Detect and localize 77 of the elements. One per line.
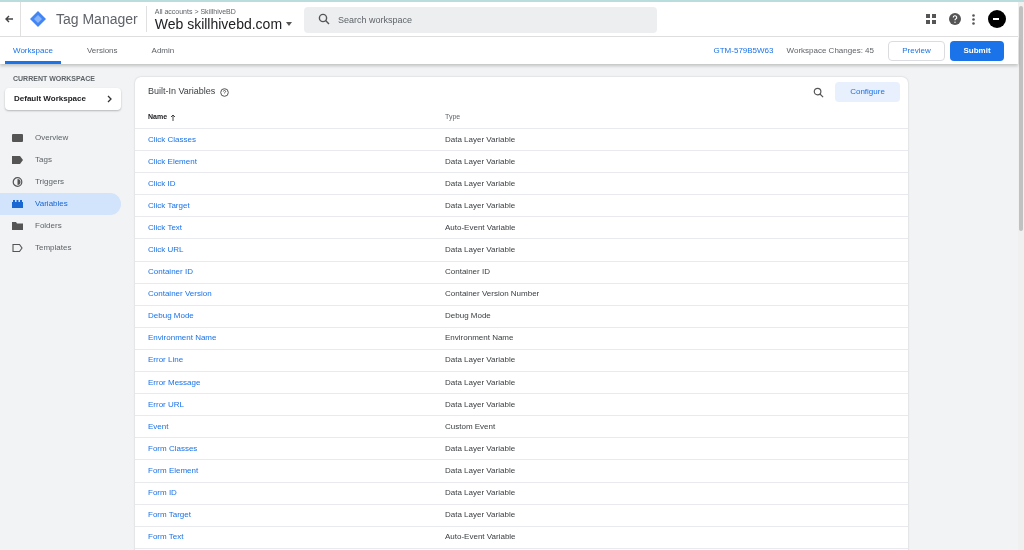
workspace-changes: Workspace Changes: 45 xyxy=(786,44,874,57)
table-cell: Custom Event xyxy=(445,420,496,433)
dropdown-caret-icon xyxy=(286,21,293,26)
apps-grid-icon[interactable] xyxy=(926,14,936,24)
table-cell: Data Layer Variable xyxy=(445,354,516,367)
nav-tab[interactable]: Admin xyxy=(143,37,183,64)
variable-name-link[interactable]: Error Message xyxy=(148,376,445,389)
gtm-id-link[interactable]: GTM-579B5W63 xyxy=(713,44,774,57)
table-cell: Auto-Event Variable xyxy=(445,531,516,544)
help-icon[interactable] xyxy=(949,13,961,25)
table-cell: Data Layer Variable xyxy=(445,199,516,212)
blocks-icon xyxy=(12,198,23,209)
variable-name-link[interactable]: Form Classes xyxy=(148,442,445,455)
sort-ascending-icon[interactable] xyxy=(170,114,177,121)
submit-button[interactable]: Submit xyxy=(950,40,1004,61)
chevron-right-icon xyxy=(107,94,112,103)
variable-name-link[interactable]: Container ID xyxy=(148,266,445,279)
table-cell: Container ID xyxy=(445,266,490,279)
container-selector[interactable]: Web skillhivebd.com xyxy=(154,16,293,31)
sidebar-item[interactable]: Triggers xyxy=(0,170,121,193)
table-cell: Data Layer Variable xyxy=(445,376,516,389)
workspace-name: Default Workspace xyxy=(14,92,86,105)
search-field[interactable]: Search workspace xyxy=(304,6,658,33)
variable-name-link[interactable]: Error Line xyxy=(148,354,445,367)
table-cell: Data Layer Variable xyxy=(445,155,516,168)
table-cell: Container Version Number xyxy=(445,288,540,301)
label-icon xyxy=(12,242,23,253)
table-cell: Data Layer Variable xyxy=(445,464,516,477)
search-icon[interactable] xyxy=(813,86,824,98)
variable-name-link[interactable]: Form Element xyxy=(148,464,445,477)
table-cell: Data Layer Variable xyxy=(445,398,516,411)
workspace-selector[interactable]: Default Workspace xyxy=(5,87,121,110)
nav-tab[interactable]: Versions xyxy=(78,37,126,64)
product-name: Tag Manager xyxy=(56,9,138,29)
avatar-icon[interactable] xyxy=(988,10,1006,28)
table-cell: Data Layer Variable xyxy=(445,509,516,522)
variable-name-link[interactable]: Debug Mode xyxy=(148,310,445,323)
variable-name-link[interactable]: Container Version xyxy=(148,288,445,301)
nav-tab[interactable]: Workspace xyxy=(5,37,61,64)
overview-icon xyxy=(12,132,23,143)
variable-name-link[interactable]: Click Text xyxy=(148,221,445,234)
table-cell: Data Layer Variable xyxy=(445,133,516,146)
back-arrow-icon[interactable] xyxy=(4,14,14,24)
table-cell: Data Layer Variable xyxy=(445,244,516,256)
variable-name-link[interactable]: Click Element xyxy=(148,155,445,168)
variable-name-link[interactable]: Form Target xyxy=(148,509,445,522)
table-cell: Environment Name xyxy=(445,332,514,345)
configure-button[interactable]: Configure xyxy=(835,82,900,102)
card-title: Built-In Variables xyxy=(148,85,216,99)
sidebar-item[interactable]: Tags xyxy=(0,148,121,171)
variable-name-link[interactable]: Event xyxy=(148,420,445,433)
more-options-icon[interactable] xyxy=(972,13,975,25)
sidebar-item[interactable]: Templates xyxy=(0,236,121,259)
sidebar-item[interactable]: Variables xyxy=(0,192,121,215)
variable-name-link[interactable]: Form Text xyxy=(148,531,445,544)
trigger-icon xyxy=(12,176,23,187)
sidebar-item[interactable]: Overview xyxy=(0,126,121,149)
variable-name-link[interactable]: Environment Name xyxy=(148,332,445,345)
variable-name-link[interactable]: Click Target xyxy=(148,199,445,212)
table-cell: Auto-Event Variable xyxy=(445,221,516,234)
logo-icon xyxy=(29,10,47,28)
tag-icon xyxy=(12,154,23,165)
table-cell: Data Layer Variable xyxy=(445,442,516,455)
help-icon[interactable] xyxy=(220,87,230,97)
table-cell: Data Layer Variable xyxy=(445,487,516,500)
variable-name-link[interactable]: Click ID xyxy=(148,177,445,190)
variable-name-link[interactable]: Error URL xyxy=(148,398,445,411)
folder-icon xyxy=(12,220,23,231)
variable-name-link[interactable]: Click Classes xyxy=(148,133,445,146)
search-icon xyxy=(318,12,331,25)
table-cell: Data Layer Variable xyxy=(445,177,516,190)
scrollbar-thumb[interactable] xyxy=(1019,6,1023,231)
variable-name-link[interactable]: Click URL xyxy=(148,244,445,256)
table-cell: Debug Mode xyxy=(445,310,491,323)
variable-name-link[interactable]: Form ID xyxy=(148,487,445,500)
sidebar-item[interactable]: Folders xyxy=(0,214,121,237)
preview-button[interactable]: Preview xyxy=(888,40,945,61)
